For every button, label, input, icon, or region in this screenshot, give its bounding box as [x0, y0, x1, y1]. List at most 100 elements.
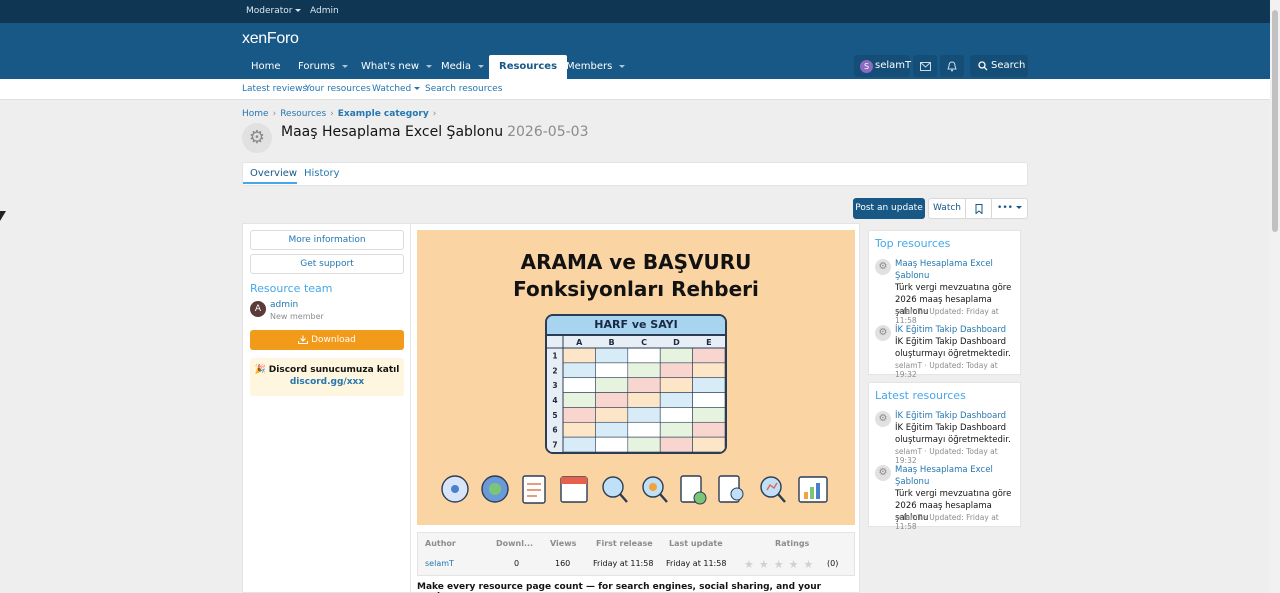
spreadsheet-cell: [692, 436, 725, 452]
chevron-down-icon[interactable]: [341, 64, 348, 68]
stat-header-author: Author: [425, 539, 456, 548]
bookmark-button[interactable]: [965, 198, 992, 219]
avatar: S: [860, 60, 873, 73]
stat-author[interactable]: selamT: [425, 559, 454, 568]
alerts-button[interactable]: [940, 55, 964, 77]
rating-stars: ★★★★★: [744, 558, 818, 571]
team-member-name[interactable]: admin: [270, 300, 298, 310]
star-icon: ★: [788, 558, 804, 571]
logo-text-a: xen: [242, 30, 267, 47]
nav-whats-new[interactable]: What's new: [361, 55, 433, 79]
chevron-down-icon[interactable]: [426, 64, 433, 68]
download-icon: [298, 335, 309, 345]
network-icon: [441, 475, 469, 503]
resource-link[interactable]: Maaş Hesaplama Excel Şablonu: [895, 258, 1017, 282]
stat-header-last-update: Last update: [669, 539, 723, 548]
discord-link[interactable]: discord.gg/xxx: [290, 377, 364, 387]
subnav-your-resources[interactable]: Your resources: [305, 84, 371, 94]
spreadsheet-cell: [627, 377, 661, 393]
nav-label: Members: [566, 61, 613, 72]
spreadsheet-cell: [627, 392, 661, 408]
nav-home[interactable]: Home: [251, 55, 281, 79]
gear-icon: ⚙: [242, 123, 272, 153]
nav-media[interactable]: Media: [441, 55, 485, 79]
chevron-down-icon[interactable]: [478, 64, 485, 68]
admin-link[interactable]: Admin: [310, 6, 339, 16]
post-update-button[interactable]: Post an update: [853, 198, 925, 219]
page-scrollbar[interactable]: [1270, 0, 1280, 593]
resource-team-heading: Resource team: [250, 282, 333, 295]
tab-overview[interactable]: Overview: [250, 168, 297, 179]
resource-meta: selamT · Updated: Friday at 11:58: [895, 307, 999, 325]
subnav-watched-label: Watched: [372, 84, 412, 94]
scrollbar-thumb[interactable]: [1272, 10, 1278, 232]
resource-link[interactable]: İK Eğitim Takip Dashboard: [895, 324, 1017, 336]
breadcrumb-home[interactable]: Home: [242, 109, 269, 119]
title-text: Maaş Hesaplama Excel Şablonu: [281, 124, 504, 140]
user-menu[interactable]: S selamT: [854, 55, 911, 77]
gear-icon: ⚙: [875, 465, 891, 481]
top-resources-heading: Top resources: [875, 237, 951, 250]
watch-button[interactable]: Watch: [928, 198, 966, 219]
spreadsheet-cell: [595, 377, 629, 393]
search-button[interactable]: Search: [970, 55, 1028, 77]
nav-forums[interactable]: Forums: [298, 55, 348, 79]
latest-resources-widget: Latest resources ⚙ İK Eğitim Takip Dashb…: [868, 382, 1021, 531]
discord-promo: 🎉 Discord sunucumuza katıl discord.gg/xx…: [250, 358, 404, 396]
spreadsheet-cell: [659, 347, 693, 364]
subnav-search-resources[interactable]: Search resources: [425, 84, 502, 94]
spreadsheet-cell: [692, 421, 725, 438]
site-header: xenForo Home Forums What's new Media Res…: [0, 23, 1270, 79]
spreadsheet-row-label: 2: [552, 366, 557, 375]
resource-link[interactable]: İK Eğitim Takip Dashboard: [895, 410, 1017, 422]
description-tagline: Make every resource page count — for sea…: [417, 582, 822, 593]
spreadsheet-cell: [692, 407, 725, 423]
spreadsheet-cell: [562, 421, 596, 438]
tab-history[interactable]: History: [304, 168, 340, 179]
chevron-right-icon: ›: [432, 109, 437, 119]
spreadsheet-illustration: HARF ve SAYI A B C D E 1 2 3 4 5 6 7: [545, 314, 727, 454]
spreadsheet-cell: [627, 421, 661, 438]
avatar[interactable]: A: [250, 301, 266, 317]
star-icon: ★: [773, 558, 789, 571]
bell-icon: [947, 61, 957, 72]
nav-label: What's new: [361, 61, 420, 72]
gear-icon: ⚙: [875, 325, 891, 341]
more-information-button[interactable]: More information: [250, 230, 404, 250]
inbox-button[interactable]: [913, 55, 937, 77]
subnav-watched[interactable]: Watched: [372, 84, 421, 94]
spreadsheet-cell: [595, 347, 629, 364]
spreadsheet-column-label: A: [576, 338, 583, 347]
moderator-menu[interactable]: Moderator: [246, 6, 302, 16]
search-label: Search: [991, 60, 1026, 71]
spreadsheet-cell: [562, 347, 596, 364]
stat-header-first-release: First release: [596, 539, 653, 548]
spreadsheet-cell: [659, 421, 693, 438]
breadcrumb-category[interactable]: Example category: [338, 109, 429, 119]
breadcrumb-resources[interactable]: Resources: [280, 109, 326, 119]
stat-header-downloads: Downl...: [496, 539, 534, 548]
gear-search-icon: [642, 476, 668, 503]
spreadsheet-cell: [692, 377, 725, 393]
spreadsheet-cell: [562, 392, 596, 408]
latest-resources-heading: Latest resources: [875, 389, 966, 402]
nav-label: Resources: [499, 61, 558, 72]
spreadsheet-cell: [595, 362, 629, 379]
chevron-down-icon[interactable]: [619, 64, 626, 68]
get-support-button[interactable]: Get support: [250, 254, 404, 274]
site-logo[interactable]: xenForo: [242, 30, 299, 48]
subnav-latest-reviews[interactable]: Latest reviews: [242, 84, 307, 94]
spreadsheet-row-label: 7: [552, 441, 557, 450]
resource-body: More information Get support Resource te…: [242, 223, 860, 593]
resource-link[interactable]: Maaş Hesaplama Excel Şablonu: [895, 464, 1017, 488]
spreadsheet-cell: [627, 407, 661, 423]
nav-members[interactable]: Members: [566, 55, 626, 79]
stat-header-ratings: Ratings: [775, 539, 810, 548]
nav-resources[interactable]: Resources: [489, 55, 568, 79]
resource-description: İK Eğitim Takip Dashboard oluşturmayı öğ…: [895, 423, 1011, 445]
more-options-button[interactable]: •••: [991, 198, 1028, 219]
resource-meta: selamT · Updated: Friday at 11:58: [895, 513, 999, 531]
download-button[interactable]: Download: [250, 330, 404, 350]
spreadsheet-cell: [595, 392, 629, 408]
envelope-icon: [920, 62, 931, 71]
